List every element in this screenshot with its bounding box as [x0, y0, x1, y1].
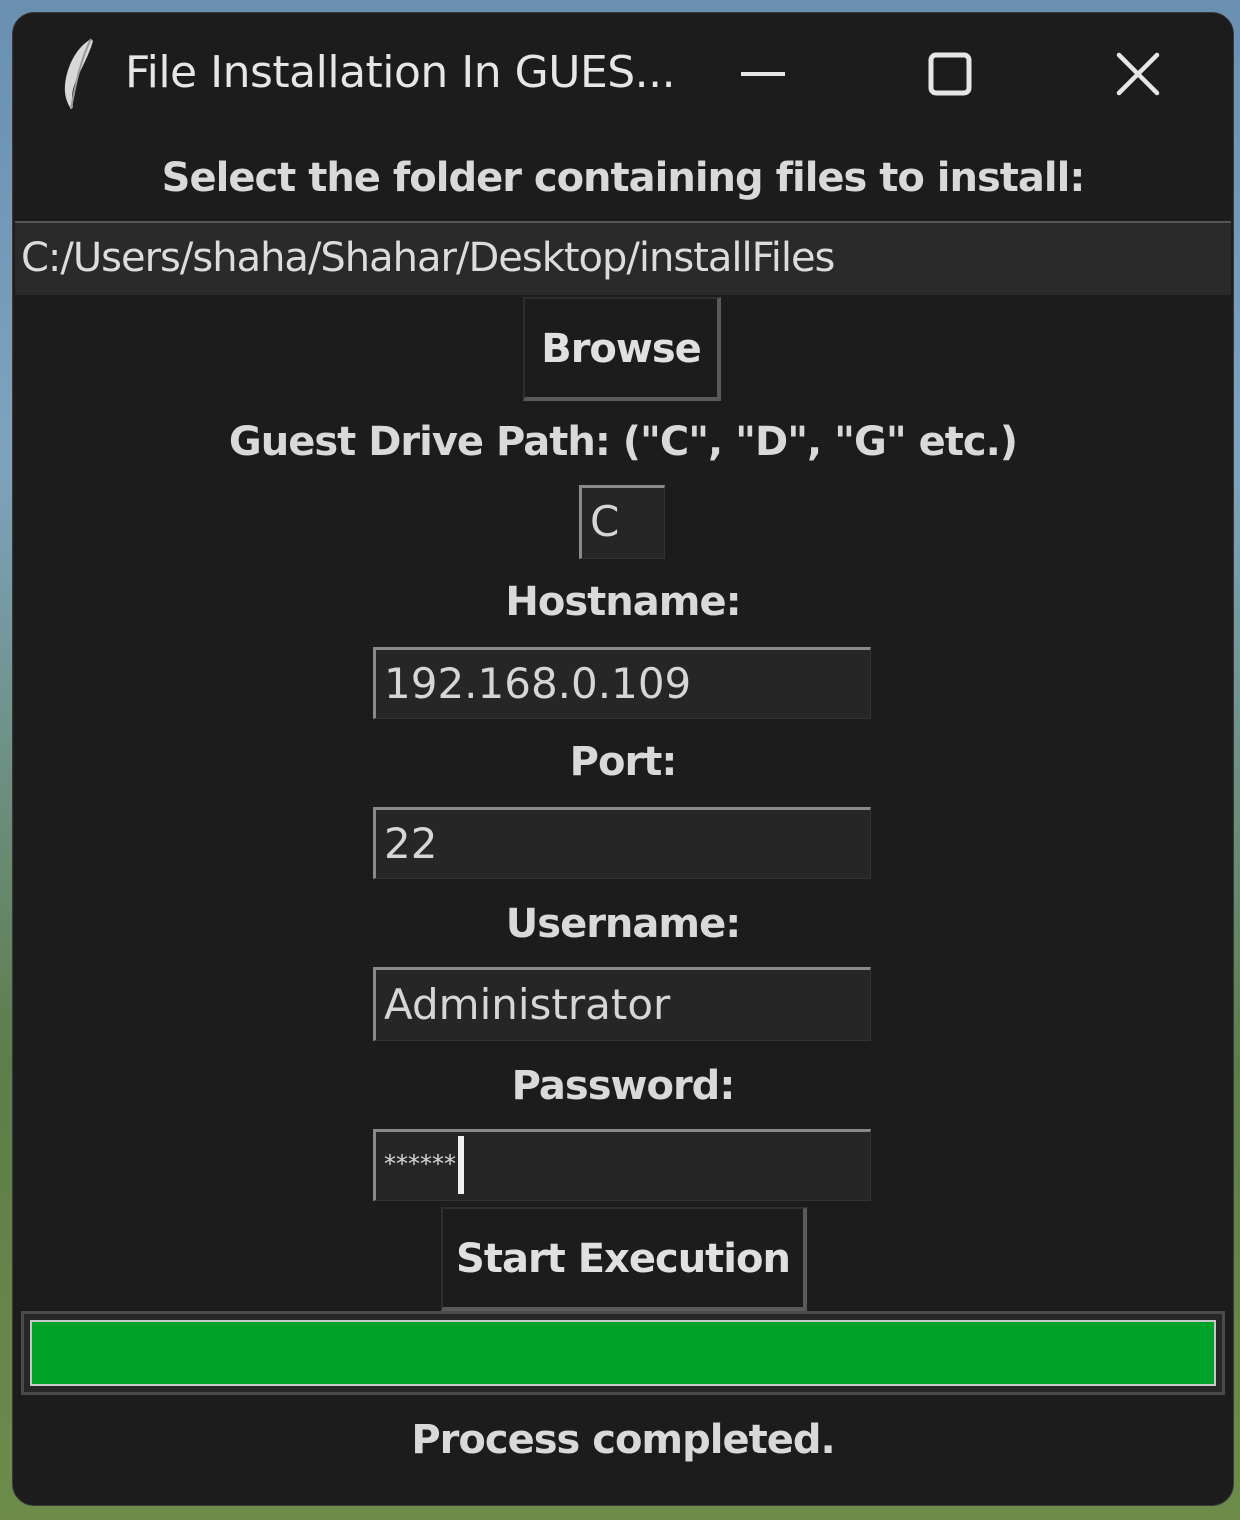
port-input[interactable]: 22 [373, 807, 871, 879]
minimize-button[interactable] [688, 13, 838, 135]
progress-bar [21, 1311, 1225, 1395]
hostname-label: Hostname: [505, 579, 741, 625]
port-label: Port: [569, 739, 678, 785]
browse-button[interactable]: Browse [523, 297, 721, 401]
app-window: File Installation In GUES... Select the … [12, 12, 1234, 1506]
folder-label: Select the folder containing files to in… [161, 155, 1086, 201]
password-masked-value: ****** [384, 1150, 456, 1178]
status-text: Process completed. [411, 1417, 835, 1463]
username-input[interactable]: Administrator [373, 967, 871, 1041]
guest-drive-input[interactable]: C [579, 485, 665, 559]
username-label: Username: [505, 901, 741, 947]
maximize-icon [928, 52, 972, 96]
hostname-input[interactable]: 192.168.0.109 [373, 647, 871, 719]
minimize-icon [741, 72, 785, 76]
title-bar[interactable]: File Installation In GUES... [13, 13, 1233, 135]
feather-icon [64, 38, 93, 110]
progress-bar-fill [30, 1320, 1216, 1386]
window-title: File Installation In GUES... [125, 47, 676, 98]
close-button[interactable] [1063, 13, 1213, 135]
maximize-button[interactable] [875, 13, 1025, 135]
password-label: Password: [511, 1063, 736, 1109]
close-icon [1116, 52, 1160, 96]
password-input[interactable]: ****** [373, 1129, 871, 1201]
folder-path-field[interactable]: C:/Users/shaha/Shahar/Desktop/installFil… [15, 221, 1231, 295]
text-caret [458, 1136, 464, 1194]
start-execution-button[interactable]: Start Execution [441, 1207, 807, 1311]
guest-drive-label: Guest Drive Path: ("C", "D", "G" etc.) [228, 419, 1018, 465]
